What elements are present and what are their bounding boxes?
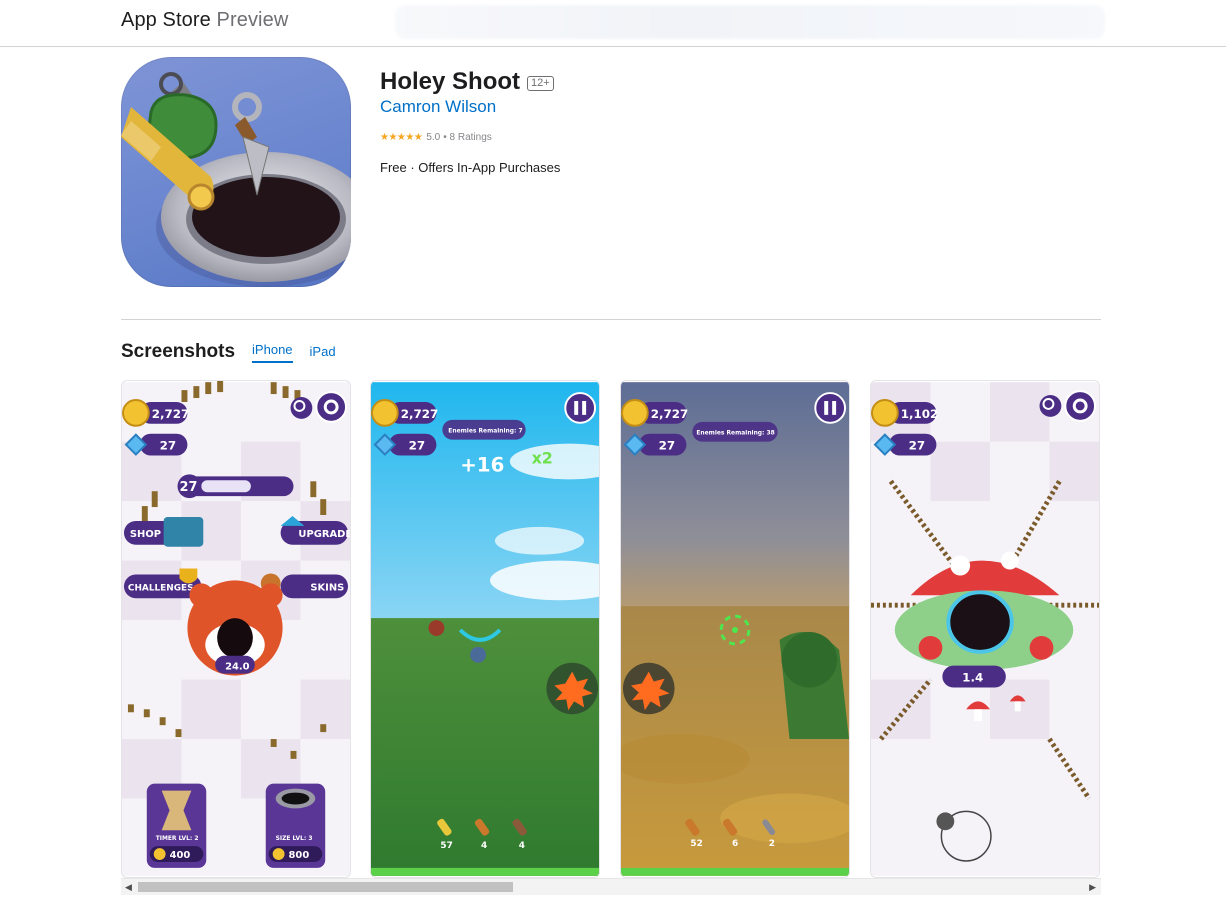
top-nav-bar: App Store Preview — [0, 0, 1226, 47]
rating-value: 5.0 — [426, 132, 441, 143]
header-banner — [395, 5, 1105, 39]
size-upgrade-label: SIZE LVL: 3 — [276, 835, 313, 842]
screenshot-2[interactable]: 2,727 27 Enemies Remaining: 7 +16 x2 57 … — [370, 380, 600, 878]
score-popup: +16 — [460, 453, 504, 476]
coins-label: 2,727 — [152, 407, 190, 421]
title-row: Holey Shoot 12+ — [380, 68, 554, 96]
coins-label-3: 2,727 — [651, 407, 689, 421]
scroll-left-icon[interactable]: ◀ — [125, 882, 132, 893]
hole-size-label-4: 1.4 — [962, 671, 983, 685]
enemies-remaining-3: Enemies Remaining: 38 — [696, 430, 774, 437]
ammo-count-3-s3: 2 — [769, 839, 775, 849]
coins-label-4: 1,102 — [901, 407, 939, 421]
screenshot-gallery[interactable]: 2,727 27 27 SHOP UPGRADE CHALLENGES SKIN… — [121, 380, 1101, 878]
ammo-count-2: 4 — [481, 841, 487, 851]
hole-size-label: 24.0 — [225, 662, 250, 673]
rating-count: • 8 Ratings — [443, 132, 492, 143]
timer-upgrade-label: TIMER LVL: 2 — [156, 835, 199, 842]
coin-icon — [122, 399, 150, 427]
section-divider — [121, 319, 1101, 320]
tab-ipad[interactable]: iPad — [310, 344, 336, 363]
gems-label-3: 27 — [659, 439, 676, 453]
ammo-count-3: 4 — [519, 841, 525, 851]
app-icon — [121, 57, 351, 287]
gallery-scrollbar[interactable]: ◀ ▶ — [121, 878, 1101, 895]
app-title: Holey Shoot — [380, 68, 521, 95]
screenshot-3[interactable]: 2,727 27 Enemies Remaining: 38 52 6 2 — [620, 380, 850, 878]
ammo-count-2-s3: 6 — [732, 839, 738, 849]
pause-icon — [564, 392, 597, 424]
scroll-right-icon[interactable]: ▶ — [1089, 882, 1096, 893]
star-rating-icon: ★★★★★ — [380, 132, 423, 143]
brand-sub: Preview — [216, 9, 289, 31]
timer-upgrade-cost: 400 — [170, 850, 191, 861]
coins-label-2: 2,727 — [401, 407, 439, 421]
rating-row: ★★★★★ 5.0 • 8 Ratings — [380, 132, 492, 143]
app-store-brand[interactable]: App Store Preview — [121, 9, 288, 32]
magnifier-icon — [290, 397, 313, 419]
age-rating-badge: 12+ — [527, 75, 554, 91]
ammo-count-1-s3: 52 — [690, 839, 702, 849]
upgrade-button: UPGRADE — [298, 529, 350, 540]
size-upgrade-cost: 800 — [289, 850, 310, 861]
brand-main: App Store — [121, 9, 211, 31]
ammo-count-1: 57 — [440, 841, 452, 851]
gems-label-4: 27 — [909, 439, 926, 453]
enemies-remaining-2: Enemies Remaining: 7 — [448, 428, 522, 435]
screenshot-1[interactable]: 2,727 27 27 SHOP UPGRADE CHALLENGES SKIN… — [121, 380, 351, 878]
challenges-button: CHALLENGES — [128, 583, 194, 593]
screenshot-4[interactable]: 1,102 27 1.4 — [870, 380, 1100, 878]
developer-link[interactable]: Camron Wilson — [380, 97, 496, 117]
screenshots-header: Screenshots iPhone iPad — [121, 341, 336, 363]
tab-iphone[interactable]: iPhone — [252, 342, 293, 363]
multiplier-label: x2 — [532, 448, 553, 467]
scrollbar-thumb[interactable] — [138, 882, 513, 892]
skins-button: SKINS — [310, 582, 344, 593]
gems-label-2: 27 — [409, 439, 426, 453]
price-info: Free · Offers In-App Purchases — [380, 160, 561, 175]
level-label: 27 — [179, 480, 197, 495]
gear-icon — [315, 391, 348, 423]
screenshots-title: Screenshots — [121, 341, 236, 362]
shop-button: SHOP — [130, 529, 161, 540]
gems-label: 27 — [160, 439, 177, 453]
